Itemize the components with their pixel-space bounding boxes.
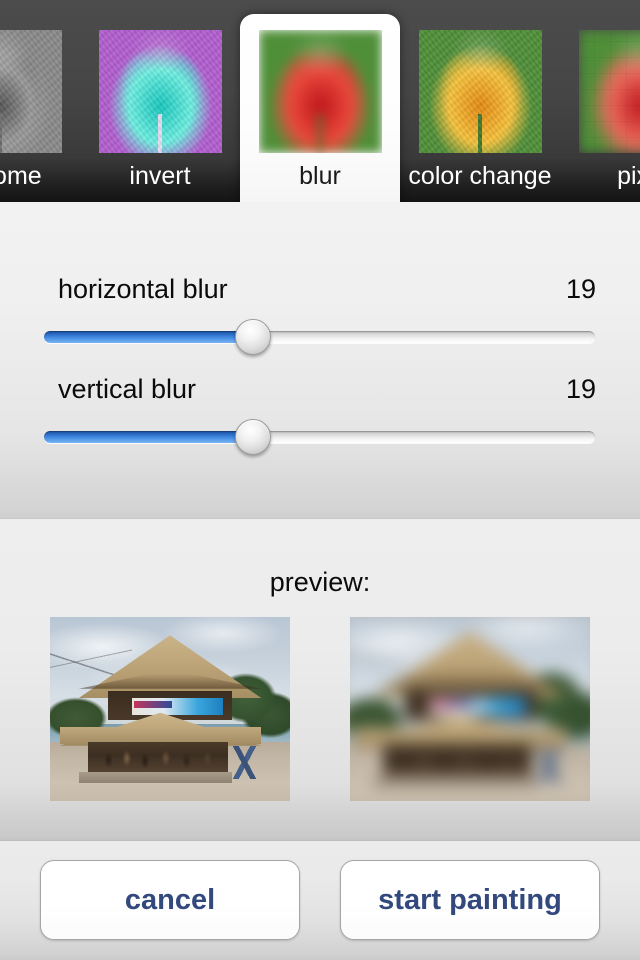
horizontal-blur-slider[interactable] [44,319,595,355]
slider-track[interactable] [44,331,595,343]
tab-invert[interactable]: invert [80,0,240,202]
tab-label: invert [129,162,191,190]
filter-editor-screen: chrome invert blur [0,0,640,960]
preview-panel: preview: [0,519,640,841]
vertical-blur-header: vertical blur 19 [58,372,596,406]
color-changed-tulip-thumbnail-icon [418,30,542,153]
slider-track[interactable] [44,431,595,443]
tab-pixelate[interactable]: pixe [560,0,640,202]
tab-label: chrome [0,162,42,190]
inverted-tulip-thumbnail-icon [98,30,222,153]
effect-tabbar[interactable]: chrome invert blur [0,0,640,202]
parameters-panel: horizontal blur 19 vertical blur 19 [0,202,640,519]
horizontal-blur-header: horizontal blur 19 [58,272,596,306]
slider-fill [44,331,254,343]
tab-label: color change [408,162,552,190]
beach-hut-scene [50,617,290,801]
vertical-blur-value: 19 [565,374,596,404]
horizontal-blur-label: horizontal blur [58,274,228,304]
blurred-tulip-thumbnail-icon [258,30,382,153]
original-preview-image [50,617,290,801]
slider-fill [44,431,254,443]
tab-color-change[interactable]: color change [400,0,560,202]
start-painting-button[interactable]: start painting [340,860,600,940]
slider-knob[interactable] [235,319,272,355]
cancel-button[interactable]: cancel [40,860,300,940]
start-painting-button-label: start painting [378,883,562,916]
vertical-blur-slider[interactable] [44,419,595,455]
preview-title: preview: [269,567,371,597]
tab-monochrome[interactable]: chrome [0,0,80,202]
cancel-button-label: cancel [124,883,216,916]
beach-hut-scene-blurred [350,617,590,801]
pixelated-tulip-thumbnail-icon [578,30,640,153]
processed-preview-image [350,617,590,801]
slider-knob[interactable] [235,419,272,455]
vertical-blur-row: vertical blur 19 [0,372,640,455]
horizontal-blur-row: horizontal blur 19 [0,272,640,355]
tab-label: blur [299,162,341,190]
tab-blur[interactable]: blur [240,14,400,202]
vertical-blur-label: vertical blur [58,374,197,404]
monochrome-tulip-thumbnail-icon [0,30,62,153]
horizontal-blur-value: 19 [565,274,596,304]
tab-label: pixe [617,162,640,190]
action-button-bar: cancel start painting [0,841,640,960]
